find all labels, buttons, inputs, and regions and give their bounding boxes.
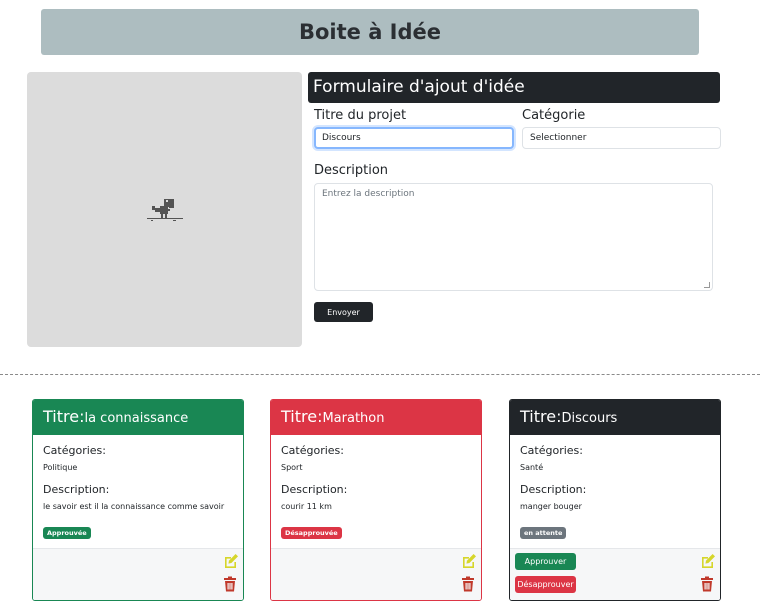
card-title-prefix: Titre:	[281, 407, 323, 426]
image-placeholder	[27, 72, 302, 347]
disapprove-button[interactable]: Désapprouver	[515, 576, 576, 593]
description-value: courir 11 km	[281, 502, 332, 511]
category-select[interactable]: Selectionner	[522, 127, 721, 149]
trash-icon[interactable]	[699, 576, 715, 592]
categories-label: Catégories:	[43, 444, 106, 457]
card-title: Marathon	[322, 411, 385, 426]
edit-icon[interactable]	[700, 553, 716, 569]
description-label: Description:	[43, 483, 110, 496]
resize-handle[interactable]	[704, 282, 710, 288]
approve-button[interactable]: Approuver	[515, 553, 576, 570]
card-header: Titre:Discours	[510, 400, 720, 435]
edit-icon[interactable]	[461, 553, 477, 569]
idea-card: Titre:Discours Catégories: Santé Descrip…	[509, 399, 721, 601]
trash-icon[interactable]	[222, 576, 238, 592]
card-title-prefix: Titre:	[520, 407, 562, 426]
edit-icon[interactable]	[223, 553, 239, 569]
categories-label: Catégories:	[520, 444, 583, 457]
card-header: Titre:la connaissance	[33, 400, 243, 435]
description-textarea[interactable]: Entrez la description	[314, 183, 713, 291]
description-placeholder: Entrez la description	[322, 189, 415, 199]
header-banner: Boite à Idée	[41, 9, 699, 55]
submit-button[interactable]: Envoyer	[314, 302, 373, 322]
form-header: Formulaire d'ajout d'idée	[308, 72, 720, 103]
page-title: Boite à Idée	[298, 20, 442, 44]
description-label: Description:	[520, 483, 587, 496]
card-header: Titre:Marathon	[271, 400, 481, 435]
categories-label: Catégories:	[281, 444, 344, 457]
card-title-prefix: Titre:	[43, 407, 85, 426]
status-badge: Approuvée	[43, 527, 91, 539]
category-value: Politique	[43, 463, 78, 472]
title-label: Titre du projet	[314, 108, 407, 123]
trash-icon[interactable]	[460, 576, 476, 592]
category-label: Catégorie	[522, 108, 586, 123]
category-value: Santé	[520, 463, 544, 472]
description-label: Description:	[281, 483, 348, 496]
category-value: Sport	[281, 463, 303, 472]
card-footer	[33, 548, 243, 600]
status-badge: Désapprouvée	[281, 527, 342, 539]
idea-card: Titre:Marathon Catégories: Sport Descrip…	[270, 399, 482, 601]
card-footer	[271, 548, 481, 600]
section-divider	[0, 374, 760, 375]
card-footer: Approuver Désapprouver	[510, 548, 720, 600]
title-input[interactable]: Discours	[314, 127, 514, 149]
description-label: Description	[314, 163, 389, 178]
status-badge: en attente	[520, 527, 567, 539]
idea-card: Titre:la connaissance Catégories: Politi…	[32, 399, 244, 601]
description-value: manger bouger	[520, 502, 582, 511]
dinosaur-icon	[146, 198, 183, 221]
description-value: le savoir est il la connaissance comme s…	[43, 502, 225, 511]
card-title: Discours	[561, 411, 618, 426]
card-title: la connaissance	[84, 411, 189, 426]
